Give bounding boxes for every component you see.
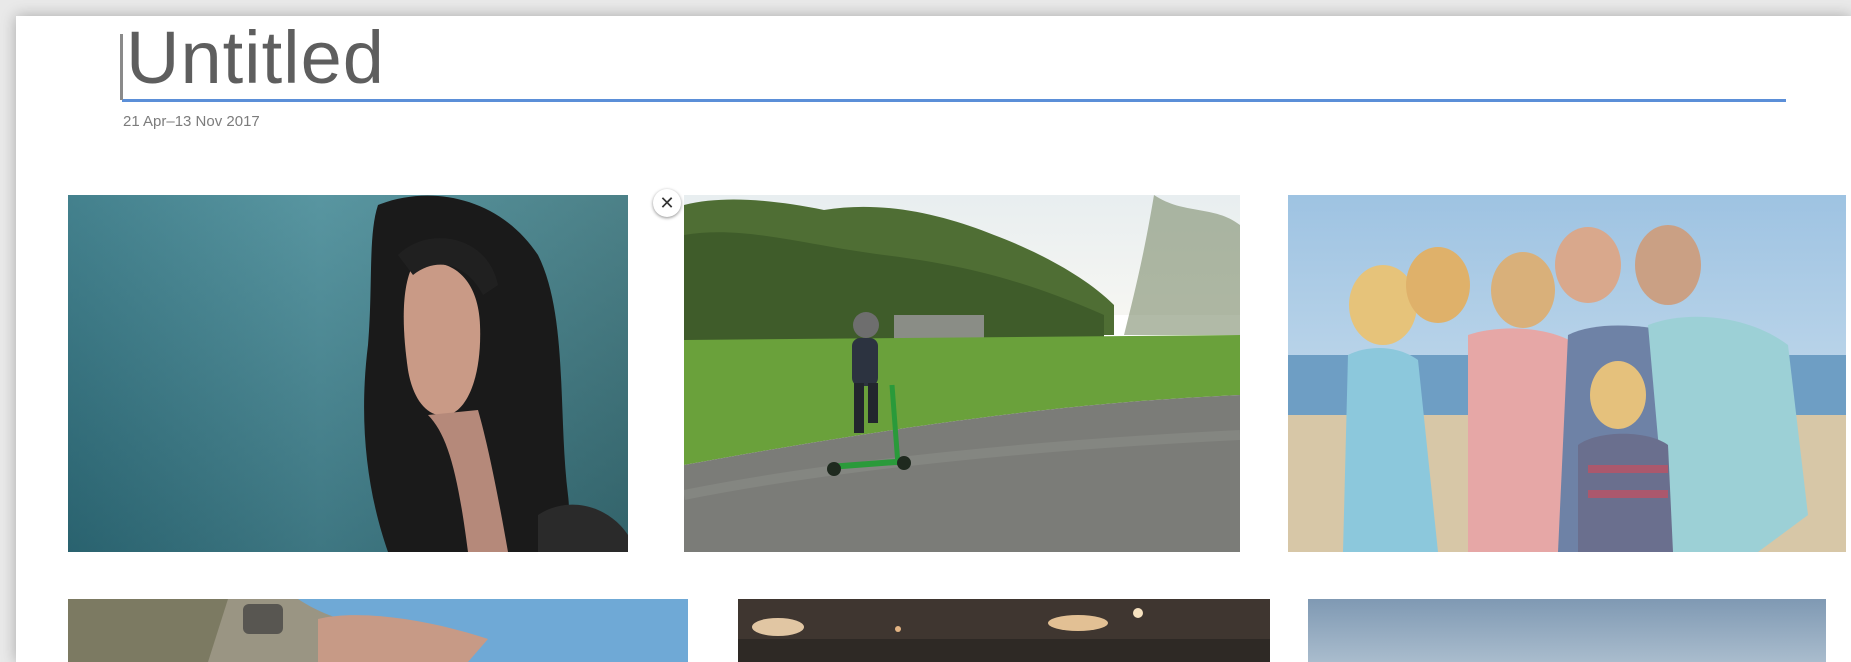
close-icon: ✕	[659, 192, 675, 214]
album-editor-window: 21 Apr–13 Nov 2017	[16, 16, 1851, 662]
photo-tile-family-beach[interactable]	[1288, 195, 1846, 552]
album-date-range: 21 Apr–13 Nov 2017	[123, 113, 260, 130]
photo-sky-sea	[1308, 599, 1826, 662]
photo-tile-sky-sea[interactable]	[1308, 599, 1826, 662]
photo-tile-hands-rocks[interactable]	[68, 599, 688, 662]
remove-photo-button[interactable]: ✕	[653, 189, 681, 217]
album-title-input[interactable]	[122, 16, 1786, 102]
photo-child-scooter	[684, 195, 1240, 552]
photo-hands-rocks	[68, 599, 688, 662]
photo-woman-portrait	[68, 195, 628, 552]
photo-tile-city-lights[interactable]	[738, 599, 1270, 662]
photo-tile-child-scooter[interactable]	[684, 195, 1240, 552]
photo-tile-woman-portrait[interactable]	[68, 195, 628, 552]
photo-city-lights	[738, 599, 1270, 662]
photo-family-beach	[1288, 195, 1846, 552]
text-cursor	[120, 34, 123, 100]
